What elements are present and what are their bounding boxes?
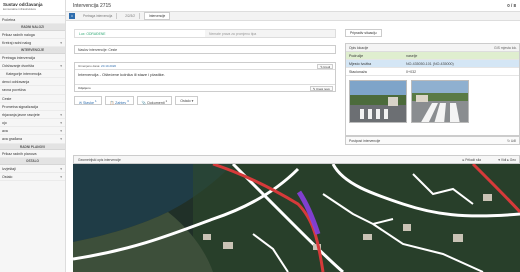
breadcrumb-current: Intervencije bbox=[143, 12, 171, 20]
tab-type-change: Nemate prava za promjenu tipa bbox=[205, 30, 335, 37]
intervention-map[interactable] bbox=[73, 164, 520, 272]
location-header: Opis lokacije GIS mjesta lok. bbox=[346, 44, 519, 52]
tab-type-current[interactable]: Lux: ODRAĐENE bbox=[75, 30, 205, 37]
breadcrumb-item[interactable]: 2/2/3/2 bbox=[121, 13, 140, 19]
post-intervention-action[interactable]: ↻ Uđi bbox=[507, 137, 516, 145]
detail-meta: Izmenjeno dana: 20.10.2020 ✎ Uredi bbox=[75, 63, 335, 70]
sidebar-item[interactable]: Održavanje dvorišta ▾ bbox=[0, 62, 65, 70]
sidebar-item[interactable]: Ostalo ▾ bbox=[0, 173, 65, 182]
chevron-down-icon: ▾ bbox=[60, 137, 62, 142]
location-row: Stacionaža 0+032 bbox=[346, 68, 519, 76]
location-photo[interactable] bbox=[411, 80, 469, 123]
sidebar-item[interactable]: ojo ▾ bbox=[0, 119, 65, 128]
sidebar-item[interactable]: ava ▾ bbox=[0, 127, 65, 136]
location-photos bbox=[346, 76, 519, 127]
brand-subtitle: komunalne infrastrukture bbox=[3, 7, 37, 11]
home-icon[interactable]: ⌂ bbox=[69, 13, 75, 19]
location-panel: Opis lokacije GIS mjesta lok. Područje na… bbox=[345, 43, 520, 136]
sidebar-item[interactable]: Prikaz radnih planova bbox=[0, 150, 65, 159]
sidebar-item[interactable]: Izvještaji ▾ bbox=[0, 165, 65, 173]
chevron-down-icon: ▾ bbox=[60, 175, 62, 179]
print-situation-button[interactable]: Pripradiv situaciju bbox=[345, 29, 382, 37]
detail-meta-label: Izmenjeno dana: bbox=[78, 64, 101, 68]
sidebar-item[interactable]: Kategorije intervencija bbox=[0, 70, 65, 79]
action-buttons: ✉ Stavke 1 📋 Zahtev 3 📎 Dokumenti 1 Osta… bbox=[74, 96, 199, 105]
record-counter: 0 / 8 bbox=[507, 3, 516, 8]
intervention-title-field[interactable]: Naslov intervencije: Ceste bbox=[74, 45, 336, 54]
chevron-down-icon: ▾ bbox=[60, 166, 62, 171]
sidebar-item[interactable]: ava građana ▾ bbox=[0, 135, 65, 144]
location-row: Mjesto Ivožba NO-435050-101 (NO-435000) bbox=[346, 60, 519, 68]
sidebar-menu: Početna RADNI NALOZI Prikaz radnih naloga K… bbox=[0, 16, 65, 182]
detail-footer: Odjeljeno ✎ Unesi novo bbox=[75, 84, 335, 91]
type-tabs: Lux: ODRAĐENE Nemate prava za promjenu t… bbox=[74, 29, 336, 38]
detail-meta-date: 20.10.2020 bbox=[101, 64, 117, 68]
sidebar-item[interactable]: ravna površina bbox=[0, 86, 65, 95]
sidebar-item[interactable]: Kreiraj radni nalog ▾ bbox=[0, 39, 65, 48]
post-intervention-title: Postpost intervencije bbox=[349, 139, 381, 143]
sidebar-item[interactable]: Prometna signalizacija bbox=[0, 103, 65, 111]
add-note-button[interactable]: ✎ Unesi novo bbox=[309, 86, 333, 91]
chevron-down-icon: ▾ bbox=[60, 40, 62, 45]
map-tools-button[interactable]: ▾ Vidi ▸ Geo bbox=[498, 156, 516, 164]
page-title: Intervencija 2715 bbox=[73, 3, 112, 9]
map-show-button[interactable]: ▸ Prikaži sila bbox=[463, 156, 481, 164]
more-dropdown[interactable]: Ostalo ▾ bbox=[175, 96, 199, 105]
chevron-down-icon: ▾ bbox=[60, 112, 62, 117]
location-photo[interactable] bbox=[349, 80, 407, 123]
detail-footer-label: Odjeljeno bbox=[78, 86, 91, 90]
chevron-down-icon: ▾ bbox=[60, 129, 62, 134]
sidebar-item[interactable]: rbjavanja javne rasvjete ▾ bbox=[0, 111, 65, 120]
top-bar: Intervencija 2715 0 / 8 bbox=[66, 0, 520, 12]
sidebar-item[interactable]: Pretraga intervencija bbox=[0, 54, 65, 62]
location-row: Područje naselje bbox=[346, 52, 519, 60]
chevron-down-icon: ▾ bbox=[60, 121, 62, 126]
detail-text: Intervencija - Oštećene kolnika ili staz… bbox=[78, 72, 165, 77]
sidebar: Sustav održavanja komunalne infrastruktu… bbox=[0, 0, 66, 272]
gis-link[interactable]: GIS mjesta lok. bbox=[494, 44, 517, 52]
items-button[interactable]: ✉ Stavke 1 bbox=[74, 96, 102, 105]
documents-button[interactable]: 📎 Dokumenti 1 bbox=[136, 96, 173, 105]
sidebar-item[interactable]: denci održavanja bbox=[0, 78, 65, 87]
sidebar-item[interactable]: Ceste bbox=[0, 95, 65, 103]
location-title: Opis lokacije bbox=[349, 46, 369, 50]
map-title: Geometrijski opis intervencije bbox=[78, 158, 121, 162]
chevron-down-icon: ▾ bbox=[60, 63, 62, 68]
breadcrumb: ⌂ Pretraga intervencija 2/2/3/2 Interven… bbox=[66, 12, 520, 21]
edit-button[interactable]: ✎ Uredi bbox=[317, 64, 333, 69]
breadcrumb-item[interactable]: Pretraga intervencija bbox=[79, 13, 118, 19]
post-intervention-panel: Postpost intervencije ↻ Uđi bbox=[345, 136, 520, 145]
requests-button[interactable]: 📋 Zahtev 3 bbox=[104, 96, 134, 105]
brand: Sustav održavanja komunalne infrastruktu… bbox=[0, 0, 65, 16]
sidebar-item[interactable]: Prikaz radnih naloga bbox=[0, 31, 65, 39]
map-header: Geometrijski opis intervencije ▸ Prikaži… bbox=[73, 155, 520, 164]
sidebar-item[interactable]: Početna bbox=[0, 16, 65, 25]
intervention-detail: Izmenjeno dana: 20.10.2020 ✎ Uredi Inter… bbox=[74, 62, 336, 92]
